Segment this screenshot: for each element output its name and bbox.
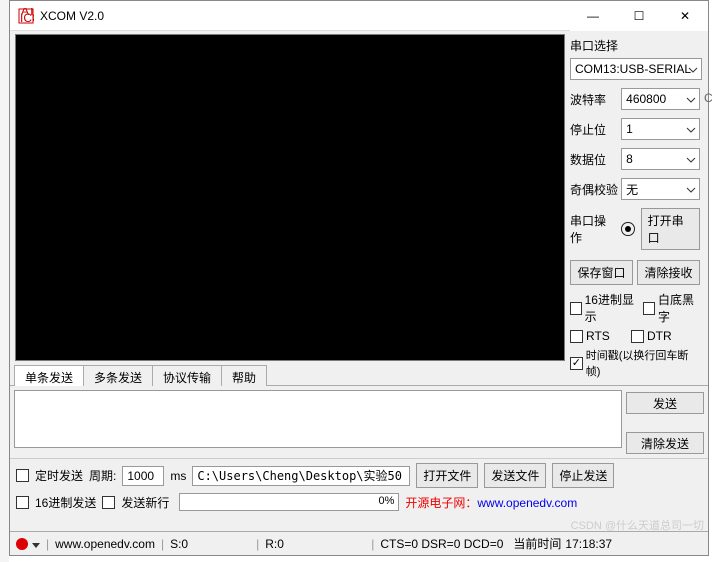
serial-settings-panel: 串口选择 COM13:USB-SERIAL 波特率 460800 停止位 1 数… — [568, 31, 708, 364]
progress-bar: 0% — [179, 493, 399, 511]
dtr-checkbox[interactable] — [631, 330, 644, 343]
status-time-label: 当前时间 — [513, 535, 561, 552]
tab-single-send[interactable]: 单条发送 — [14, 365, 84, 386]
port-value: COM13:USB-SERIAL — [575, 62, 691, 76]
hex-send-label: 16进制发送 — [35, 494, 96, 511]
status-received: R:0 — [265, 537, 365, 551]
chevron-down-icon — [686, 92, 696, 106]
databits-select[interactable]: 8 — [621, 148, 700, 170]
rts-label: RTS — [586, 329, 628, 343]
chevron-down-icon — [688, 62, 698, 76]
period-label: 周期: — [89, 467, 116, 484]
baud-select[interactable]: 460800 — [621, 88, 700, 110]
tab-multi-send[interactable]: 多条发送 — [83, 365, 153, 386]
file-path-input[interactable]: C:\Users\Cheng\Desktop\实验50 串口IAP实验 — [192, 466, 410, 486]
status-sent: S:0 — [170, 537, 250, 551]
send-textarea[interactable] — [14, 390, 622, 448]
period-unit: ms — [170, 469, 186, 483]
parity-label: 奇偶校验 — [570, 181, 621, 198]
send-button[interactable]: 发送 — [626, 392, 704, 414]
databits-label: 数据位 — [570, 151, 621, 168]
hex-display-checkbox[interactable] — [570, 302, 582, 315]
save-window-button[interactable]: 保存窗口 — [570, 260, 633, 285]
white-bg-checkbox[interactable] — [643, 302, 655, 315]
close-button[interactable]: ✕ — [662, 1, 708, 31]
period-input[interactable]: 1000 — [122, 466, 164, 486]
send-file-button[interactable]: 发送文件 — [484, 463, 546, 488]
receive-terminal[interactable] — [15, 34, 565, 361]
stopbits-label: 停止位 — [570, 121, 621, 138]
port-select-label: 串口选择 — [570, 37, 700, 54]
clear-send-button[interactable]: 清除发送 — [626, 432, 704, 454]
svg-text:ICON: ICON — [20, 11, 34, 24]
port-op-label: 串口操作 — [570, 212, 615, 246]
rts-checkbox[interactable] — [570, 330, 583, 343]
open-port-button[interactable]: 打开串口 — [641, 208, 700, 250]
parity-select[interactable]: 无 — [621, 178, 700, 200]
baud-label: 波特率 — [570, 91, 621, 108]
stopbits-select[interactable]: 1 — [621, 118, 700, 140]
hex-display-label: 16进制显示 — [585, 291, 639, 325]
chevron-down-icon — [686, 182, 696, 196]
clear-receive-button[interactable]: 清除接收 — [637, 260, 700, 285]
app-icon: ATKICON — [18, 8, 34, 24]
port-status-indicator — [621, 222, 634, 236]
status-url[interactable]: www.openedv.com — [55, 537, 155, 551]
open-file-button[interactable]: 打开文件 — [416, 463, 478, 488]
status-time-value: 17:18:37 — [565, 537, 612, 551]
website-link[interactable]: 开源电子网：www.openedv.com — [405, 494, 577, 511]
record-indicator-icon[interactable] — [16, 538, 28, 550]
tab-protocol[interactable]: 协议传输 — [152, 365, 222, 386]
hex-send-checkbox[interactable] — [16, 496, 29, 509]
dropdown-icon[interactable] — [32, 537, 40, 551]
maximize-button[interactable]: ☐ — [616, 1, 662, 31]
timed-send-checkbox[interactable] — [16, 469, 29, 482]
port-select[interactable]: COM13:USB-SERIAL — [570, 58, 702, 80]
app-title: XCOM V2.0 — [40, 9, 570, 23]
timestamp-checkbox[interactable] — [570, 357, 583, 370]
dtr-label: DTR — [647, 329, 672, 343]
status-bar: | www.openedv.com | S:0 | R:0 | CTS=0 DS… — [10, 531, 708, 555]
stop-send-button[interactable]: 停止发送 — [552, 463, 614, 488]
timestamp-label: 时间戳(以换行回车断帧) — [586, 347, 700, 379]
tab-help[interactable]: 帮助 — [221, 365, 267, 386]
progress-text: 0% — [378, 495, 394, 507]
white-bg-label: 白底黑字 — [658, 291, 700, 325]
title-bar: ATKICON XCOM V2.0 — ☐ ✕ — [10, 1, 708, 31]
timed-send-label: 定时发送 — [35, 467, 83, 484]
status-flags: CTS=0 DSR=0 DCD=0 — [380, 537, 503, 551]
chevron-down-icon — [686, 152, 696, 166]
send-newline-checkbox[interactable] — [102, 496, 115, 509]
chevron-down-icon — [686, 122, 696, 136]
send-newline-label: 发送新行 — [121, 494, 169, 511]
minimize-button[interactable]: — — [570, 1, 616, 31]
